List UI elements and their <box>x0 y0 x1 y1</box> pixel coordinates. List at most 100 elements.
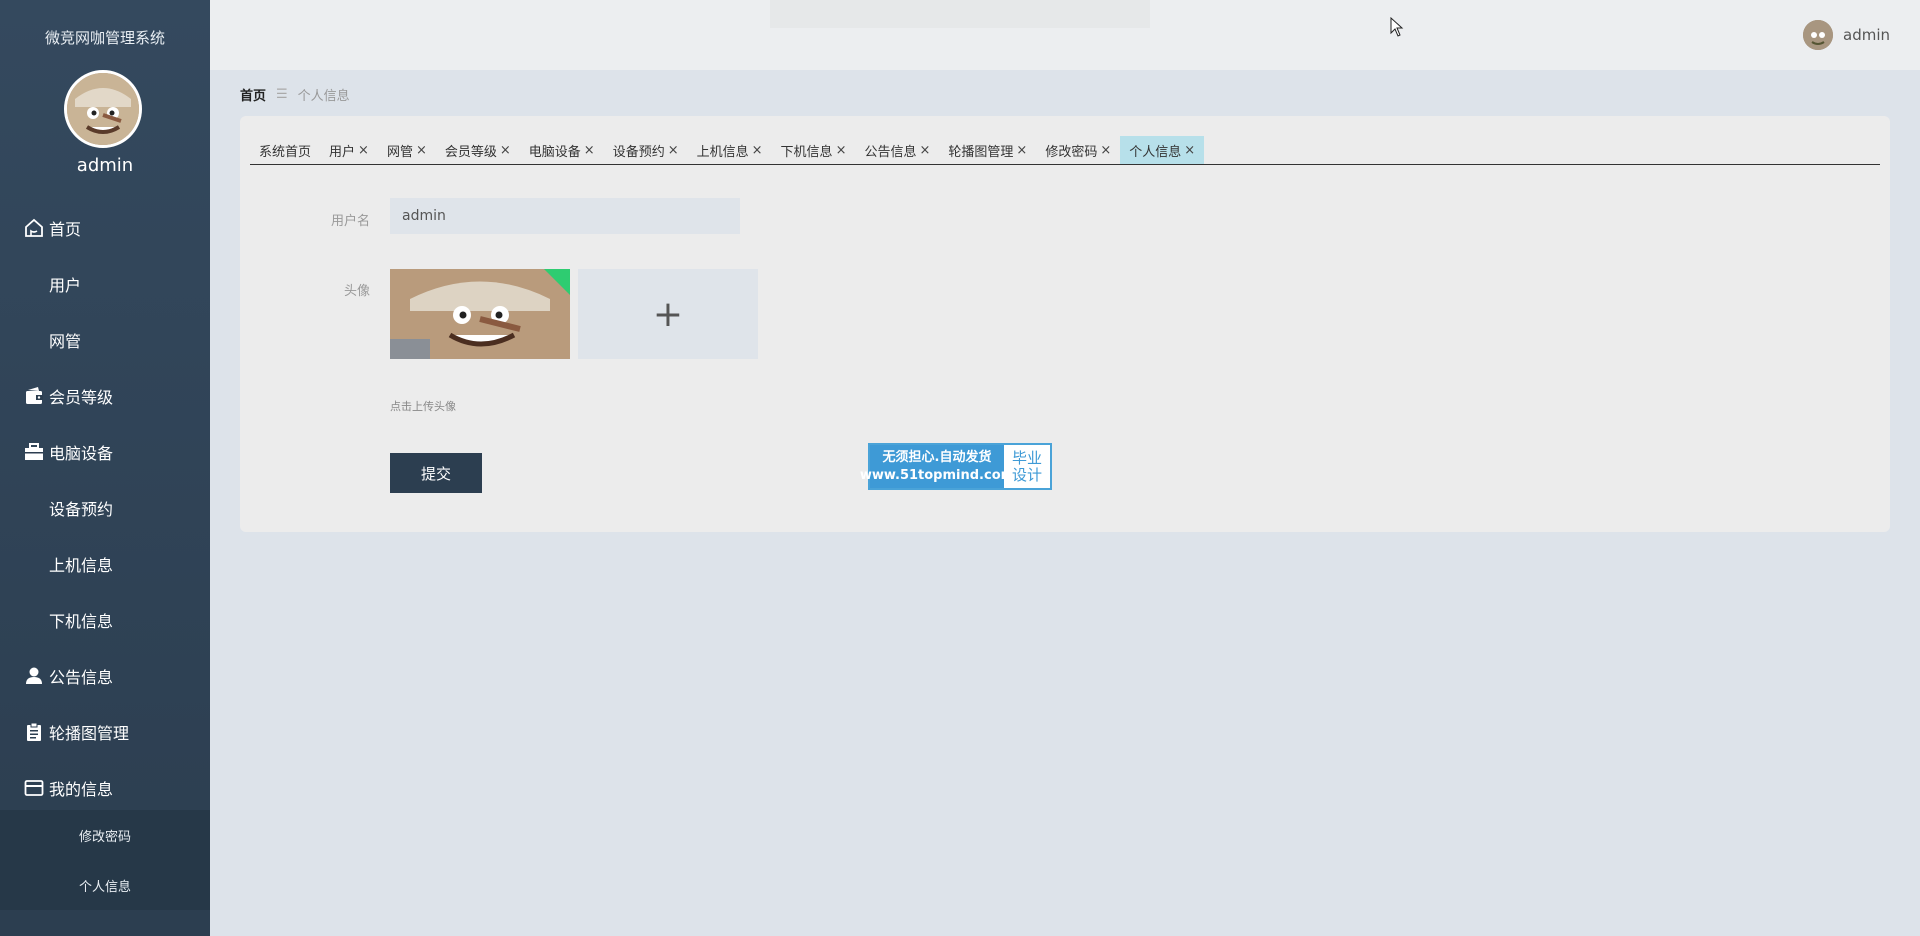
tab-bar: 系统首页 用户 × 网管 × 会员等级 × 电脑设备 × 设备预约 × 上机信息 × 下机信… <box>250 136 1880 165</box>
avatar-image-icon <box>390 269 570 359</box>
sidebar-item-logout-records[interactable]: 下机信息 <box>0 592 210 648</box>
watermark-line1: 无须担心.自动发货 <box>882 449 992 465</box>
sidebar-item-label: 下机信息 <box>49 612 114 631</box>
sidebar-item-users[interactable]: 用户 <box>0 256 210 312</box>
breadcrumb-current: 个人信息 <box>297 89 350 104</box>
watermark-right2: 设计 <box>1011 465 1042 484</box>
header-username: admin <box>1843 26 1890 44</box>
tab-label: 轮播图管理 <box>948 144 1014 160</box>
sidebar-item-label: 会员等级 <box>49 388 114 407</box>
tab-label: 个人信息 <box>1129 144 1182 160</box>
tab-label: 修改密码 <box>1045 144 1098 160</box>
tab-reservations[interactable]: 设备预约 × <box>604 136 688 164</box>
watermark-line2: www.51topmind.com <box>859 467 1015 483</box>
tab-member-level[interactable]: 会员等级 × <box>436 136 520 164</box>
submit-button[interactable]: 提交 <box>390 453 482 493</box>
sidebar-subitem-change-password[interactable]: 修改密码 <box>0 810 210 860</box>
sidebar-item-computers[interactable]: 电脑设备 <box>0 424 210 480</box>
faded-toast <box>770 0 1150 28</box>
avatar-face-icon <box>67 73 139 145</box>
sidebar-item-label: 上机信息 <box>49 556 114 575</box>
sidebar-subitem-profile[interactable]: 个人信息 <box>0 860 210 910</box>
sidebar-item-member-level[interactable]: 会员等级 <box>0 368 210 424</box>
sidebar-item-announcements[interactable]: 公告信息 <box>0 648 210 704</box>
sidebar: 微竞网咖管理系统 admin 首页 用户 网管 会员等级 电脑设备 设备预约 上… <box>0 0 210 936</box>
avatar-thumbnail[interactable] <box>390 269 570 359</box>
sidebar-menu: 首页 用户 网管 会员等级 电脑设备 设备预约 上机信息 下机信息 公告信息 轮… <box>0 200 210 816</box>
upload-hint: 点击上传头像 <box>390 400 456 413</box>
tab-users[interactable]: 用户 × <box>320 136 378 164</box>
close-icon[interactable]: × <box>1184 143 1195 158</box>
username-input[interactable] <box>390 198 740 234</box>
sidebar-item-label: 公告信息 <box>49 668 114 687</box>
tab-label: 公告信息 <box>864 144 917 160</box>
tab-label: 系统首页 <box>259 144 312 160</box>
tab-logout-records[interactable]: 下机信息 × <box>772 136 856 164</box>
tab-label: 用户 <box>329 144 356 160</box>
tab-system-home[interactable]: 系统首页 <box>250 136 320 164</box>
plus-icon: + <box>652 293 684 335</box>
close-icon[interactable]: × <box>1016 143 1027 158</box>
sidebar-item-label: 用户 <box>49 276 82 295</box>
briefcase-icon <box>24 442 44 462</box>
sidebar-item-label: 电脑设备 <box>49 444 114 463</box>
grid-icon <box>24 610 44 630</box>
username-label: 用户名 <box>330 214 370 229</box>
close-icon[interactable]: × <box>1100 143 1111 158</box>
sidebar-item-my-info[interactable]: 我的信息 <box>0 760 210 816</box>
tab-carousel[interactable]: 轮播图管理 × <box>939 136 1036 164</box>
close-icon[interactable]: × <box>752 143 763 158</box>
close-icon[interactable]: × <box>836 143 847 158</box>
sidebar-username: admin <box>76 155 134 176</box>
sidebar-item-label: 网管 <box>49 332 82 351</box>
sidebar-submenu: 修改密码 个人信息 <box>0 810 210 910</box>
mouse-cursor-icon <box>1390 17 1404 37</box>
home-icon <box>24 218 44 238</box>
sidebar-item-label: 我的信息 <box>49 780 114 799</box>
sidebar-item-label: 设备预约 <box>49 500 114 519</box>
breadcrumb-separator-icon: ☰ <box>276 87 288 102</box>
close-icon[interactable]: × <box>500 143 511 158</box>
tab-label: 电脑设备 <box>528 144 581 160</box>
breadcrumb-home[interactable]: 首页 <box>240 85 266 104</box>
tab-change-password[interactable]: 修改密码 × <box>1036 136 1120 164</box>
sidebar-item-home[interactable]: 首页 <box>0 200 210 256</box>
tab-label: 会员等级 <box>444 144 497 160</box>
breadcrumb: 首页 ☰ 个人信息 <box>240 85 350 104</box>
tab-profile[interactable]: 个人信息 × <box>1120 136 1205 164</box>
watermark-left: 无须担心.自动发货 www.51topmind.com <box>860 445 1014 488</box>
grid-icon <box>24 330 44 350</box>
close-icon[interactable]: × <box>358 143 369 158</box>
tab-computers[interactable]: 电脑设备 × <box>520 136 604 164</box>
watermark-right: 毕业 设计 <box>1004 445 1050 488</box>
close-icon[interactable]: × <box>416 143 427 158</box>
clipboard-icon <box>24 722 44 742</box>
sidebar-item-label: 首页 <box>49 220 82 239</box>
wallet-icon <box>24 386 44 406</box>
user-icon <box>24 666 44 686</box>
sidebar-item-login-records[interactable]: 上机信息 <box>0 536 210 592</box>
tab-login-records[interactable]: 上机信息 × <box>688 136 772 164</box>
sidebar-item-reservations[interactable]: 设备预约 <box>0 480 210 536</box>
sidebar-item-label: 轮播图管理 <box>49 724 130 743</box>
tab-label: 设备预约 <box>612 144 665 160</box>
sidebar-item-carousel[interactable]: 轮播图管理 <box>0 704 210 760</box>
main-card: 系统首页 用户 × 网管 × 会员等级 × 电脑设备 × 设备预约 × 上机信息 × 下机信… <box>240 116 1890 532</box>
grid-icon <box>24 498 44 518</box>
tab-admins[interactable]: 网管 × <box>378 136 436 164</box>
close-icon[interactable]: × <box>584 143 595 158</box>
close-icon[interactable]: × <box>919 143 930 158</box>
system-title: 微竞网咖管理系统 <box>44 29 165 47</box>
card-icon <box>24 778 44 798</box>
watermark-badge: 无须担心.自动发货 www.51topmind.com 毕业 设计 <box>860 443 1052 490</box>
top-bar: admin <box>210 0 1920 70</box>
header-user-menu[interactable]: admin <box>1803 20 1890 50</box>
tab-label: 网管 <box>386 144 413 160</box>
grid-icon <box>24 554 44 574</box>
close-icon[interactable]: × <box>668 143 679 158</box>
avatar-label: 头像 <box>343 284 370 299</box>
sidebar-item-admins[interactable]: 网管 <box>0 312 210 368</box>
upload-avatar-button[interactable]: + <box>578 269 758 359</box>
tab-label: 上机信息 <box>696 144 749 160</box>
tab-announcements[interactable]: 公告信息 × <box>855 136 939 164</box>
